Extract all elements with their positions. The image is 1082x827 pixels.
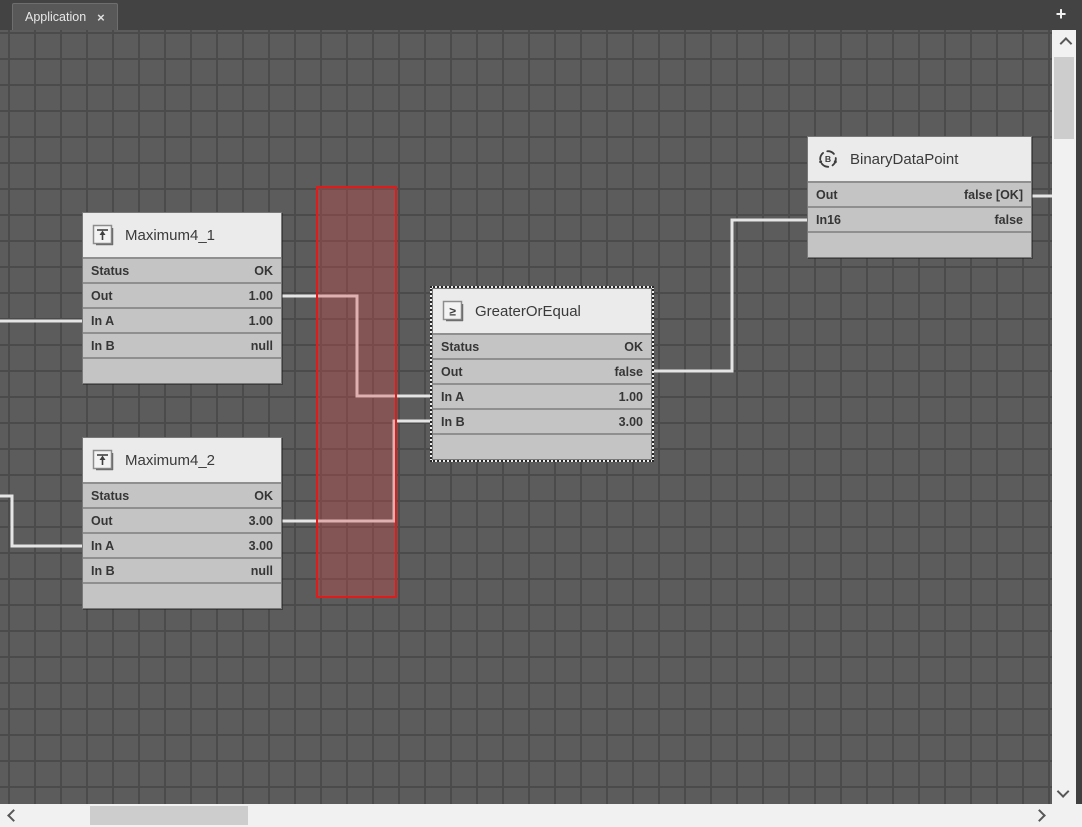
block-slot-out[interactable]: Out 3.00 [83,509,281,534]
scrollbar-corner [1052,804,1082,827]
slot-label: In A [91,539,114,553]
tab-bar: Application × + [0,0,1082,30]
block-header[interactable]: Maximum4_1 [83,213,281,259]
rubber-band-selection [316,186,397,598]
slot-value: OK [254,489,273,503]
slot-value: false [OK] [964,188,1023,202]
horizontal-scroll-thumb[interactable] [90,806,248,825]
vertical-scroll-thumb[interactable] [1054,57,1074,139]
block-footer [83,359,281,383]
block-title: Maximum4_2 [125,452,215,469]
maximum-icon [92,449,114,471]
slot-label: Out [816,188,838,202]
slot-label: Out [91,289,113,303]
slot-value: false [615,365,644,379]
svg-text:≥: ≥ [449,305,456,319]
chevron-up-icon [1059,37,1072,50]
add-tab-button[interactable]: + [1051,4,1071,24]
slot-label: Status [91,264,129,278]
block-title: Maximum4_1 [125,227,215,244]
slot-label: Out [91,514,113,528]
chevron-down-icon [1056,785,1069,798]
slot-value: false [995,213,1024,227]
slot-value: 3.00 [249,514,273,528]
block-footer [808,233,1031,257]
function-block-maximum4_1[interactable]: Maximum4_1 Status OK Out 1.00 In A 1.00 In B nul… [82,212,282,384]
scroll-left-button[interactable] [2,804,24,826]
slot-value: null [251,339,273,353]
block-footer [83,584,281,608]
slot-value: 1.00 [249,314,273,328]
slot-label: In B [441,415,465,429]
block-header[interactable]: ≥ GreaterOrEqual [433,289,651,335]
slot-value: 3.00 [249,539,273,553]
slot-value: 1.00 [249,289,273,303]
vertical-scrollbar[interactable] [1052,30,1076,804]
block-title: BinaryDataPoint [850,151,958,168]
slot-label: In B [91,339,115,353]
horizontal-scrollbar[interactable] [0,804,1052,827]
block-slot-status[interactable]: Status OK [433,335,651,360]
slot-label: In A [441,390,464,404]
tab-label: Application [25,10,86,24]
greater-or-equal-icon: ≥ [442,300,464,322]
block-slot-in-a[interactable]: In A 1.00 [433,385,651,410]
block-footer [433,435,651,459]
window-edge [1076,30,1082,804]
block-slot-in-a[interactable]: In A 3.00 [83,534,281,559]
block-title: GreaterOrEqual [475,303,581,320]
block-header[interactable]: B BinaryDataPoint [808,137,1031,183]
slot-value: 1.00 [619,390,643,404]
block-slot-in-b[interactable]: In B null [83,334,281,359]
wire-link[interactable] [652,220,807,371]
tab-close-icon[interactable]: × [97,11,105,24]
slot-label: In A [91,314,114,328]
scroll-down-button[interactable] [1053,780,1075,802]
svg-text:B: B [825,154,831,164]
block-slot-out[interactable]: Out false [433,360,651,385]
block-slot-in-b[interactable]: In B null [83,559,281,584]
block-slot-out[interactable]: Out 1.00 [83,284,281,309]
block-slot-status[interactable]: Status OK [83,484,281,509]
scroll-up-button[interactable] [1053,32,1075,54]
block-header[interactable]: Maximum4_2 [83,438,281,484]
scroll-right-button[interactable] [1028,804,1050,826]
slot-label: Out [441,365,463,379]
block-slot-out[interactable]: Out false [OK] [808,183,1031,208]
tab-application[interactable]: Application × [12,3,118,30]
slot-label: In B [91,564,115,578]
slot-value: OK [624,340,643,354]
chevron-left-icon [7,809,20,822]
function-block-binarydatapoint[interactable]: B BinaryDataPoint Out false [OK] In16 false [807,136,1032,258]
slot-value: 3.00 [619,415,643,429]
block-slot-status[interactable]: Status OK [83,259,281,284]
block-slot-in-a[interactable]: In A 1.00 [83,309,281,334]
slot-label: In16 [816,213,841,227]
wire-link[interactable] [0,496,82,546]
binary-data-point-icon: B [817,148,839,170]
wiresheet-canvas[interactable]: Maximum4_1 Status OK Out 1.00 In A 1.00 In B nul… [0,30,1052,804]
slot-label: Status [441,340,479,354]
block-slot-in-b[interactable]: In B 3.00 [433,410,651,435]
maximum-icon [92,224,114,246]
block-slot-in16[interactable]: In16 false [808,208,1031,233]
slot-value: OK [254,264,273,278]
slot-value: null [251,564,273,578]
chevron-right-icon [1033,809,1046,822]
function-block-maximum4_2[interactable]: Maximum4_2 Status OK Out 3.00 In A 3.00 In B nul… [82,437,282,609]
slot-label: Status [91,489,129,503]
function-block-greaterorequal[interactable]: ≥GreaterOrEqualStatusOKOutfalseIn A1.00I… [432,288,652,460]
